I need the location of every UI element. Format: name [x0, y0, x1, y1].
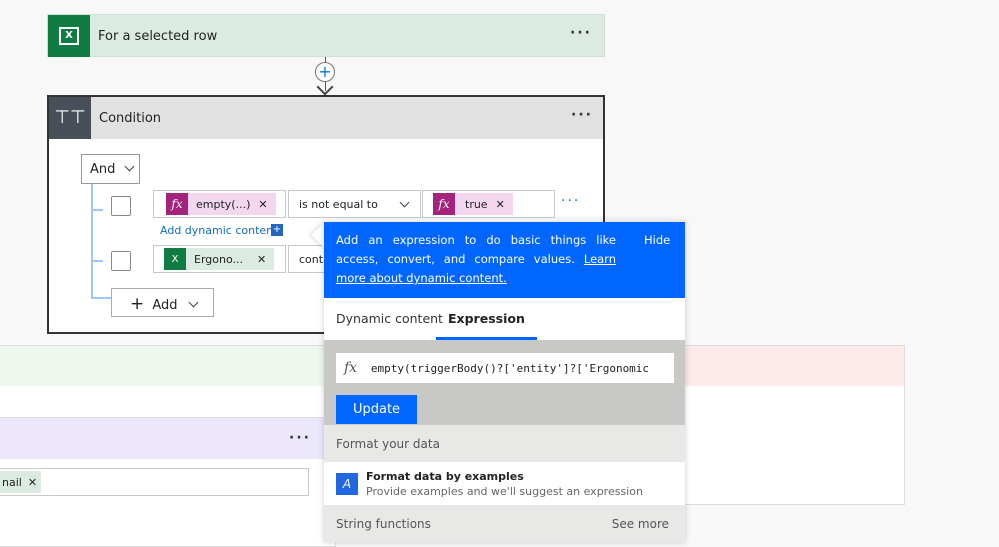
tab-dynamic-content[interactable]: Dynamic content [336, 311, 443, 326]
no-branch-card [680, 345, 905, 505]
action-card: ··· nail ✕ [0, 417, 336, 547]
left-operand-field[interactable]: fx empty(...) ✕ [153, 190, 286, 218]
see-more-link[interactable]: See more [612, 517, 669, 531]
arrow-down-icon [316, 78, 334, 96]
condition-header[interactable]: ⊤⊤ Condition ··· [49, 97, 603, 139]
add-label: Add [152, 298, 178, 313]
token-label: empty(...) [196, 197, 251, 211]
tree-line [91, 184, 93, 298]
popup-info-banner: Add an expression to do basic things lik… [324, 222, 685, 298]
chevron-down-icon [399, 197, 410, 208]
tree-line [91, 260, 103, 262]
item-title: Format data by examples [366, 470, 524, 483]
token-label: nail [2, 475, 22, 489]
chevron-down-icon [188, 297, 199, 308]
more-options-button[interactable]: ··· [289, 430, 311, 446]
operator-value: is not equal to [299, 198, 378, 211]
update-button[interactable]: Update [336, 395, 417, 424]
group-operator-select[interactable]: And [81, 154, 140, 184]
operator-select[interactable]: is not equal to [288, 190, 421, 218]
trigger-title: For a selected row [98, 29, 218, 44]
trigger-card[interactable]: X For a selected row ··· [47, 14, 605, 57]
right-operand-field[interactable]: fx true ✕ [422, 190, 555, 218]
add-dynamic-content-plus-icon[interactable]: + [271, 224, 283, 236]
format-data-by-examples-item[interactable]: A Format data by examples Provide exampl… [324, 462, 685, 505]
token-label: true [465, 197, 488, 211]
plus-icon: + [130, 294, 145, 314]
group-operator-value: And [90, 162, 116, 177]
expression-token[interactable]: fx empty(...) ✕ [166, 193, 276, 215]
tree-line [91, 297, 111, 299]
tree-line [91, 209, 103, 211]
add-dynamic-content-link[interactable]: Add dynamic content [160, 224, 277, 237]
operator-select[interactable]: conta [288, 245, 328, 273]
tab-expression[interactable]: Expression [436, 311, 537, 340]
fx-icon: fx [344, 360, 358, 376]
expression-value: empty(triggerBody()?['entity']?['Ergonom… [370, 362, 650, 375]
token-label: Ergono... [194, 252, 243, 266]
expression-token[interactable]: fx true ✕ [433, 193, 513, 215]
remove-token-icon[interactable]: ✕ [257, 253, 266, 266]
expression-panel: fx empty(triggerBody()?['entity']?['Ergo… [324, 340, 685, 425]
dynamic-token[interactable]: nail ✕ [0, 471, 42, 493]
excel-icon: X [48, 15, 90, 57]
row-checkbox[interactable] [111, 196, 131, 216]
left-operand-field[interactable]: X Ergono... ✕ [153, 245, 286, 273]
email-field[interactable]: nail ✕ [0, 468, 309, 496]
row-checkbox[interactable] [111, 251, 131, 271]
chevron-down-icon [124, 161, 134, 172]
fx-icon: fx [166, 193, 188, 215]
dynamic-content-popup: Add an expression to do basic things lik… [324, 222, 685, 542]
item-description: Provide examples and we'll suggest an ex… [366, 485, 643, 498]
format-examples-icon: A [336, 473, 358, 495]
remove-token-icon[interactable]: ✕ [28, 476, 37, 489]
excel-icon: X [164, 248, 186, 270]
remove-token-icon[interactable]: ✕ [258, 198, 267, 211]
condition-icon: ⊤⊤ [49, 97, 91, 139]
remove-token-icon[interactable]: ✕ [496, 198, 505, 211]
fx-icon: fx [433, 193, 455, 215]
condition-title: Condition [99, 111, 162, 126]
dynamic-token[interactable]: X Ergono... ✕ [164, 248, 275, 270]
more-options-button[interactable]: ··· [571, 107, 593, 123]
info-text: Add an expression to do basic things lik… [336, 233, 616, 266]
hide-button[interactable]: Hide [644, 231, 670, 250]
add-button[interactable]: + Add [111, 288, 214, 317]
section-title: String functions [336, 517, 431, 531]
row-more-button[interactable]: ··· [561, 193, 580, 209]
expression-input[interactable]: fx empty(triggerBody()?['entity']?['Ergo… [336, 353, 674, 383]
section-format-your-data: Format your data [324, 425, 685, 462]
more-options-button[interactable]: ··· [570, 25, 592, 41]
section-string-functions: String functions See more [324, 505, 685, 542]
